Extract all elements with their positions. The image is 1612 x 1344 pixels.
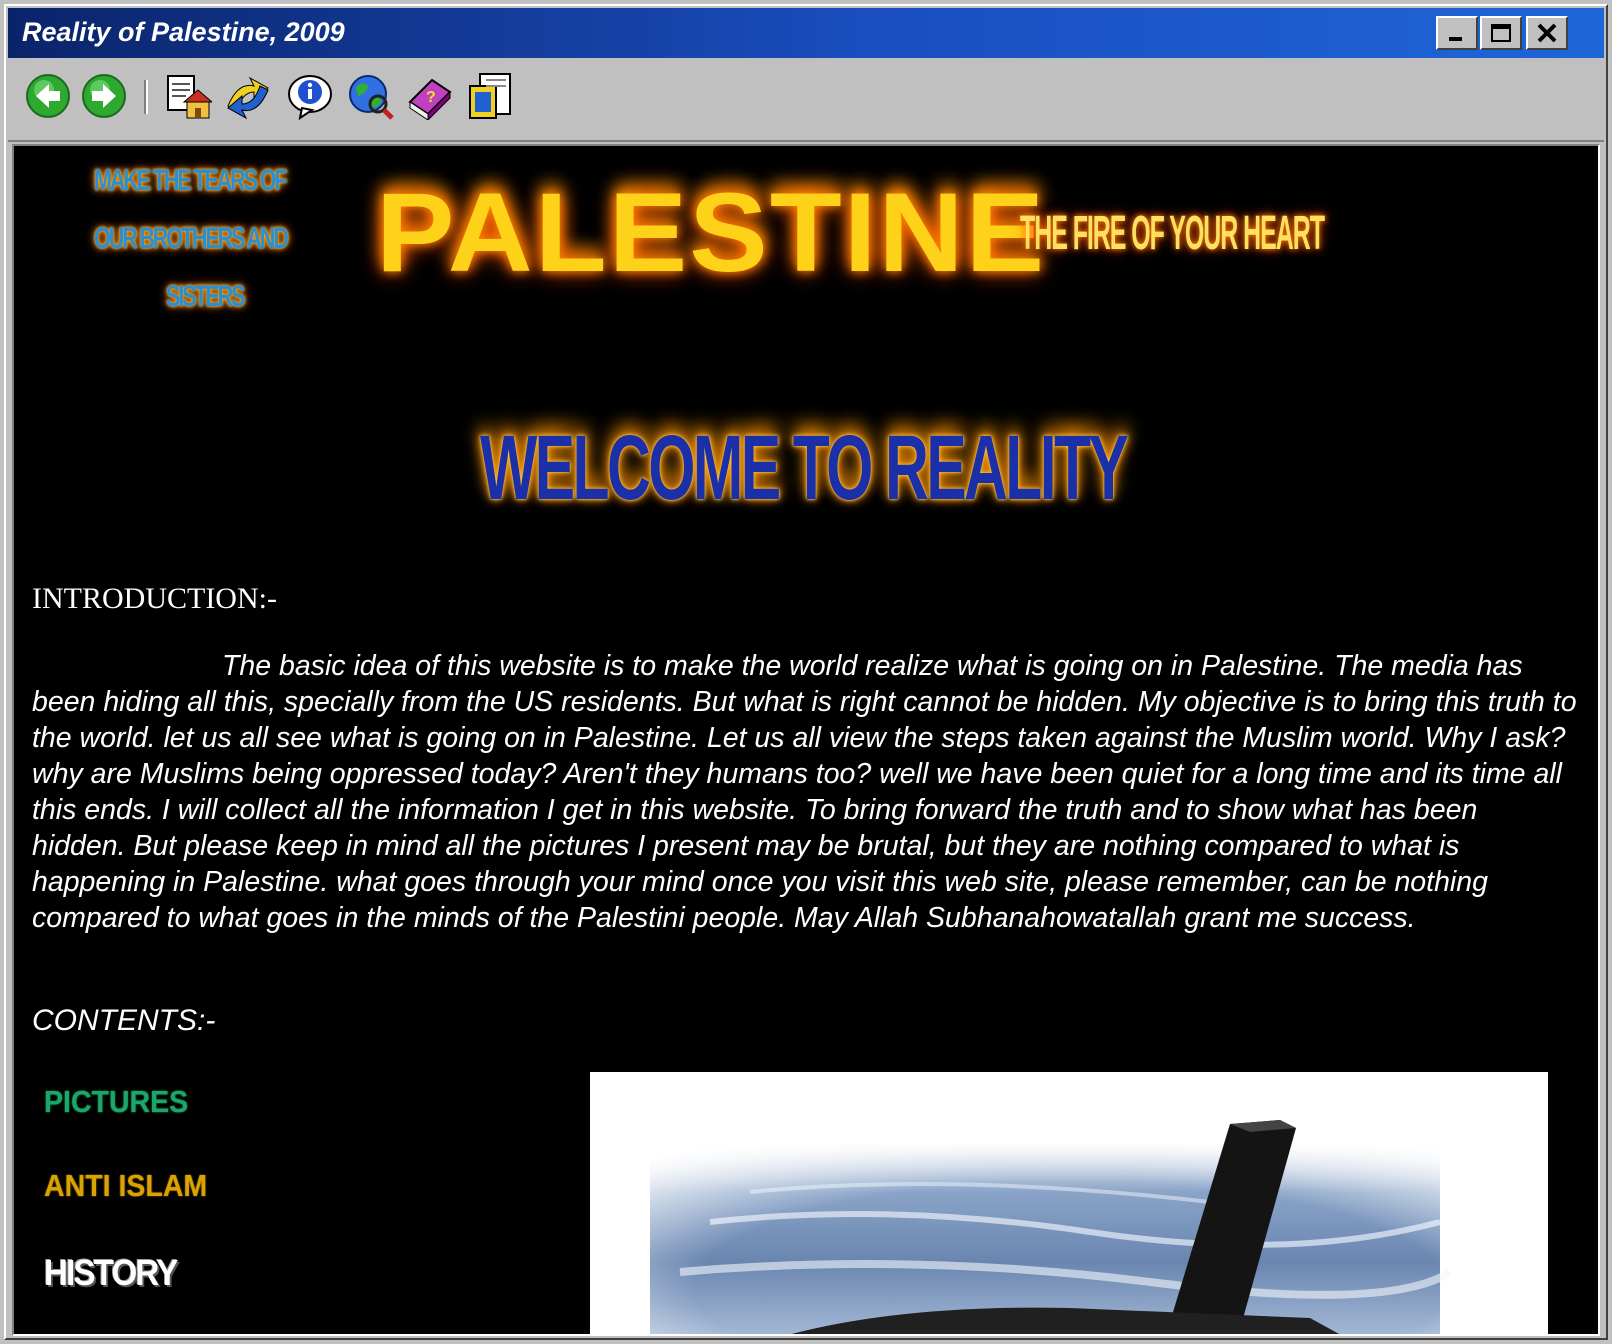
tagline-line-1: MAKE THE TEARS OF [94, 164, 287, 197]
banner-subtitle: THE FIRE OF YOUR HEART [1020, 207, 1325, 260]
toolbar: ? [8, 60, 1604, 142]
nav-link-history[interactable]: HISTORY [44, 1252, 178, 1294]
help-button[interactable]: ? [406, 72, 454, 122]
home-page-icon [167, 75, 214, 119]
credits-icon [469, 73, 511, 119]
nav-link-anti-islam[interactable]: ANTI ISLAM [44, 1168, 207, 1204]
close-button[interactable] [1526, 16, 1568, 50]
forward-arrow-icon [82, 74, 126, 118]
tagline-line-3: SISTERS [166, 280, 245, 313]
minimize-icon [1449, 37, 1462, 41]
introduction-text: The basic idea of this website is to mak… [32, 650, 1577, 934]
back-button[interactable] [24, 72, 72, 120]
maximize-button[interactable] [1480, 16, 1522, 50]
browser-window: Reality of Palestine, 2009 ? MAKE THE TE… [4, 4, 1608, 1340]
credits-button[interactable] [466, 72, 514, 120]
maximize-icon [1491, 24, 1511, 42]
info-button[interactable] [286, 72, 334, 121]
web-button[interactable] [346, 72, 394, 120]
fighter-jet-image [590, 1072, 1548, 1334]
nav-link-pictures[interactable]: PICTURES [44, 1084, 188, 1120]
tagline-line-2: OUR BROTHERS AND [94, 222, 289, 255]
svg-text:?: ? [426, 89, 436, 106]
minimize-button[interactable] [1436, 16, 1478, 50]
fighter-jet-picture [590, 1072, 1548, 1334]
forward-button[interactable] [80, 72, 128, 120]
banner-title: PALESTINE [376, 170, 1047, 295]
banner-tagline: MAKE THE TEARS OF OUR BROTHERS AND SISTE… [94, 154, 364, 324]
contents-heading: CONTENTS:- [32, 1004, 216, 1037]
back-arrow-icon [26, 74, 70, 118]
window-title: Reality of Palestine, 2009 [22, 17, 345, 47]
welcome-banner: WELCOME TO REALITY [480, 417, 1129, 519]
help-book-icon: ? [408, 78, 452, 122]
info-icon [288, 75, 332, 121]
home-button[interactable] [164, 72, 214, 120]
page-content: MAKE THE TEARS OF OUR BROTHERS AND SISTE… [12, 144, 1600, 1336]
globe-icon [349, 75, 394, 120]
close-icon [1537, 23, 1557, 43]
links-button[interactable] [224, 72, 272, 120]
links-icon [227, 76, 269, 120]
title-bar[interactable]: Reality of Palestine, 2009 [8, 8, 1604, 58]
introduction-heading: INTRODUCTION:- [32, 582, 277, 615]
toolbar-separator [144, 80, 148, 114]
